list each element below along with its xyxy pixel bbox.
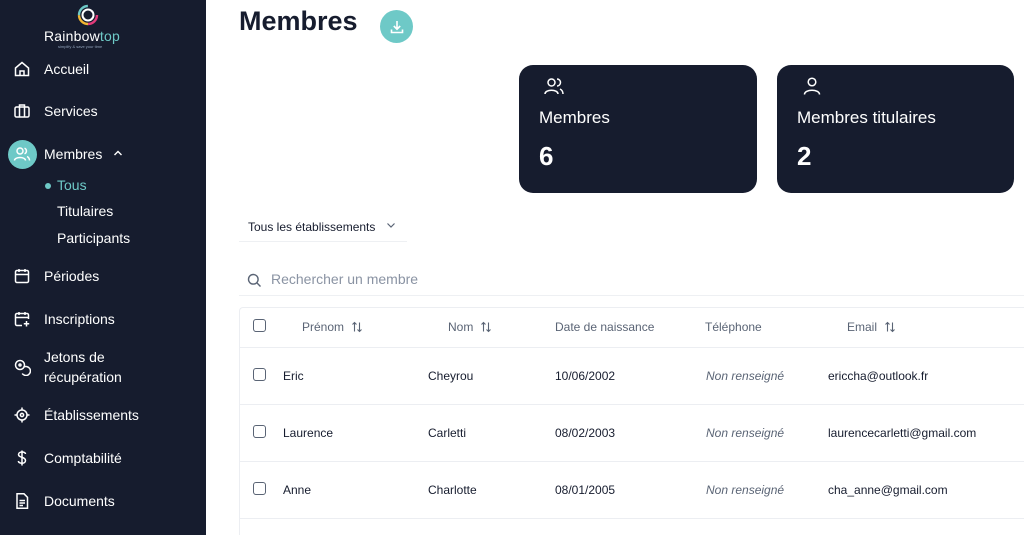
sidebar-item-label: Membres [44, 146, 103, 162]
sidebar-item-label-line1: Jetons de [44, 349, 105, 365]
sidebar-item-membres[interactable]: Membres [0, 139, 206, 169]
sidebar-item-label: Inscriptions [44, 311, 115, 327]
search-bar [239, 262, 1024, 296]
rainbow-logo-icon [77, 4, 99, 26]
column-header-telephone[interactable]: Téléphone [705, 320, 762, 334]
sort-icon[interactable] [480, 321, 492, 333]
cell-email: ericcha@outlook.fr [828, 369, 929, 383]
sidebar-item-periodes[interactable]: Périodes [0, 261, 206, 291]
cell-prenom: Eric [283, 369, 304, 383]
stat-card-membres: Membres 6 [519, 65, 757, 193]
sidebar-item-etablissements[interactable]: Établissements [0, 400, 206, 430]
table-header: Prénom Nom Date de naissance Téléphone E… [240, 308, 1024, 348]
sidebar-item-comptabilite[interactable]: Comptabilité [0, 443, 206, 473]
cell-telephone: Non renseigné [706, 426, 785, 440]
sidebar-item-accueil[interactable]: Accueil [0, 54, 206, 84]
row-checkbox[interactable] [253, 425, 266, 438]
sidebar-item-label: Services [44, 103, 98, 119]
search-icon [247, 273, 261, 287]
cell-email: cha_anne@gmail.com [828, 483, 948, 497]
sort-icon[interactable] [351, 321, 363, 333]
sidebar-item-inscriptions[interactable]: Inscriptions [0, 304, 206, 334]
sidebar-subitem-titulaires[interactable]: Titulaires [57, 203, 113, 219]
users-icon [544, 78, 564, 95]
active-dot [45, 183, 51, 189]
briefcase-icon [12, 101, 32, 121]
stat-card-membres-titulaires: Membres titulaires 2 [777, 65, 1014, 193]
etablissement-select[interactable]: Tous les établissements [239, 212, 407, 242]
cell-date: 08/01/2005 [555, 483, 616, 497]
chevron-up-icon[interactable] [113, 149, 123, 160]
table-row[interactable]: Laurence Carletti 08/02/2003 Non renseig… [240, 405, 1024, 462]
cell-date: 08/02/2003 [555, 426, 616, 440]
cell-telephone: Non renseigné [706, 369, 785, 383]
users-icon [12, 144, 32, 164]
column-header-label: Date de naissance [555, 320, 655, 334]
stat-label: Membres titulaires [797, 108, 936, 127]
logo[interactable]: Rainbowtop simplify & save your time [44, 4, 134, 49]
sidebar-item-label: Jetons de récupération [44, 347, 122, 387]
table-row[interactable]: Eric Cheyrou 10/06/2002 Non renseigné er… [240, 348, 1024, 405]
members-table: Prénom Nom Date de naissance Téléphone E… [239, 307, 1024, 535]
etablissement-select-value: Tous les établissements [248, 220, 376, 234]
sidebar-item-label: Périodes [44, 268, 100, 284]
stat-value: 2 [797, 141, 812, 171]
cell-nom: Cheyrou [428, 369, 474, 383]
sidebar-item-label: Établissements [44, 407, 139, 423]
cell-nom: Carletti [428, 426, 467, 440]
cell-date: 10/06/2002 [555, 369, 616, 383]
home-icon [12, 59, 32, 79]
logo-text: Rainbowtop [44, 28, 120, 44]
sidebar-item-label: Documents [44, 493, 115, 509]
sidebar-item-label: Accueil [44, 61, 90, 77]
column-header-label: Nom [448, 320, 474, 334]
sort-icon[interactable] [884, 321, 896, 333]
search-input[interactable] [271, 268, 971, 290]
page-title: Membres [239, 6, 358, 36]
column-header-label: Prénom [302, 320, 345, 334]
stat-value: 6 [539, 141, 554, 171]
calendar-plus-icon [12, 309, 32, 329]
column-header-label: Email [847, 320, 878, 334]
logo-text-part2: top [99, 28, 120, 44]
dollar-icon [12, 448, 32, 468]
column-header-nom[interactable]: Nom [448, 320, 492, 334]
column-header-email[interactable]: Email [847, 320, 896, 334]
table-row[interactable]: Anne Charlotte 08/01/2005 Non renseigné … [240, 462, 1024, 519]
sidebar-item-jetons[interactable]: Jetons de récupération [0, 347, 206, 387]
sidebar-item-documents[interactable]: Documents [0, 486, 206, 516]
download-icon [390, 20, 403, 33]
cell-telephone: Non renseigné [706, 483, 785, 497]
cell-nom: Charlotte [428, 483, 477, 497]
logo-text-part1: Rainbow [44, 28, 100, 44]
app: Rainbowtop simplify & save your time Acc… [0, 0, 1024, 535]
sidebar-item-label-line2: récupération [44, 369, 122, 385]
column-header-date[interactable]: Date de naissance [555, 320, 654, 334]
tokens-icon [12, 357, 32, 377]
sidebar-subitem-participants[interactable]: Participants [57, 230, 130, 246]
cell-prenom: Anne [283, 483, 312, 497]
column-header-label: Téléphone [705, 320, 762, 334]
calendar-icon [12, 266, 32, 286]
sidebar-subitem-tous[interactable]: Tous [57, 177, 87, 193]
crosshair-icon [12, 405, 32, 425]
row-checkbox[interactable] [253, 482, 266, 495]
select-all-checkbox[interactable] [253, 319, 266, 332]
download-button[interactable] [380, 10, 413, 43]
sidebar: Rainbowtop simplify & save your time Acc… [0, 0, 206, 535]
logo-tagline: simplify & save your time [58, 44, 103, 49]
cell-email: laurencecarletti@gmail.com [828, 426, 977, 440]
cell-prenom: Laurence [283, 426, 334, 440]
sidebar-item-services[interactable]: Services [0, 96, 206, 126]
row-checkbox[interactable] [253, 368, 266, 381]
sidebar-item-label: Comptabilité [44, 450, 122, 466]
stat-label: Membres [539, 108, 610, 127]
document-icon [12, 491, 32, 511]
chevron-down-icon [387, 223, 395, 228]
column-header-prenom[interactable]: Prénom [302, 320, 363, 334]
user-icon [803, 77, 821, 95]
